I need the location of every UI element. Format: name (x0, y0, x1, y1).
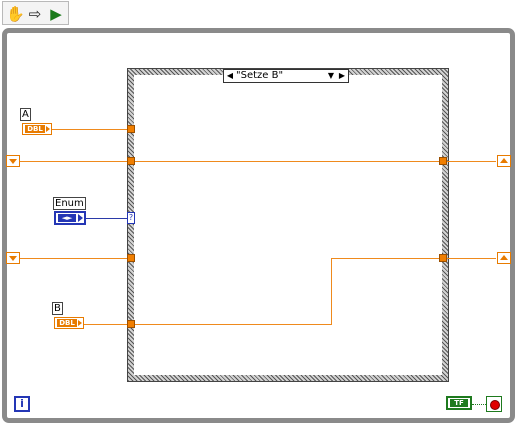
tunnel-top-left[interactable] (127, 157, 135, 165)
label-b: B (52, 302, 63, 315)
shift-register-wire-bottom-out[interactable] (332, 258, 496, 259)
shift-register-up-icon (500, 158, 508, 163)
shift-register-wire-bottom-in[interactable] (20, 258, 132, 259)
next-case-arrow-icon[interactable]: ▶ (337, 71, 347, 81)
shift-register-left-bottom[interactable] (6, 252, 20, 264)
boolean-constant[interactable]: TF (446, 396, 472, 410)
dbl-type-b: DBL (57, 319, 77, 327)
shift-register-left-top[interactable] (6, 155, 20, 167)
shift-register-wire-top[interactable] (20, 161, 496, 162)
tunnel-b[interactable] (127, 320, 135, 328)
enum-glyph: ◄► (58, 214, 76, 222)
case-structure[interactable] (127, 68, 449, 382)
terminal-arrow-icon (46, 126, 50, 132)
previous-case-arrow-icon[interactable]: ◀ (225, 71, 235, 81)
run-arrow-icon[interactable]: ▶ (47, 5, 65, 23)
terminal-arrow-icon (78, 214, 83, 222)
tunnel-bottom-left[interactable] (127, 254, 135, 262)
shift-register-right-top[interactable] (497, 155, 511, 167)
boolean-wire[interactable] (472, 404, 486, 405)
case-selector[interactable]: ◀ "Setze B" ▼ ▶ (223, 69, 349, 83)
wire-b-vertical[interactable] (331, 258, 332, 324)
wire-a[interactable] (52, 129, 132, 130)
control-a-dbl[interactable]: DBL (22, 123, 52, 135)
iteration-terminal[interactable]: i (14, 396, 30, 412)
stop-terminal[interactable] (486, 396, 502, 412)
case-selector-label: "Setze B" (236, 70, 284, 81)
hand-tool-icon[interactable]: ✋ (6, 5, 25, 23)
stop-icon (490, 400, 500, 410)
label-enum: Enum (53, 197, 86, 210)
dbl-type-a: DBL (25, 125, 45, 133)
shift-register-down-icon (9, 159, 17, 164)
label-a: A (20, 108, 31, 121)
arrow-tool-icon[interactable]: ⇨ (26, 5, 44, 23)
enum-wire[interactable] (86, 218, 128, 219)
tunnel-bottom-right[interactable] (439, 254, 447, 262)
case-selector-terminal[interactable]: ? (127, 212, 135, 224)
terminal-arrow-icon (78, 320, 82, 326)
case-dropdown-icon[interactable]: ▼ (326, 71, 336, 81)
wire-b[interactable] (84, 324, 332, 325)
boolean-constant-value: TF (450, 399, 468, 407)
toolbar: ✋ ⇨ ▶ (2, 1, 69, 25)
control-b-dbl[interactable]: DBL (54, 317, 84, 329)
shift-register-right-bottom[interactable] (497, 252, 511, 264)
control-enum[interactable]: ◄► (54, 211, 86, 225)
shift-register-up-icon (500, 255, 508, 260)
tunnel-top-right[interactable] (439, 157, 447, 165)
shift-register-down-icon (9, 256, 17, 261)
tunnel-a[interactable] (127, 125, 135, 133)
